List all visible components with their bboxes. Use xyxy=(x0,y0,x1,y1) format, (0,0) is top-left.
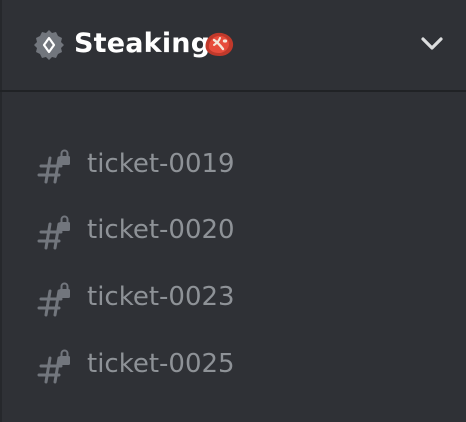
channel-item-ticket-0019[interactable]: ticket-0019 xyxy=(0,136,466,192)
locked-hash-icon xyxy=(37,349,70,384)
server-name: Steaking xyxy=(74,28,211,59)
channel-item-ticket-0025[interactable]: ticket-0025 xyxy=(0,336,466,392)
chevron-down-icon[interactable] xyxy=(418,34,446,54)
channel-name: ticket-0025 xyxy=(87,349,235,379)
locked-hash-icon xyxy=(37,149,70,184)
steak-emoji-icon xyxy=(205,32,234,56)
locked-hash-icon xyxy=(37,282,70,317)
channel-name: ticket-0019 xyxy=(87,149,235,179)
channel-sidebar: Steaking ticket-0019 ticket-0020 ticket-… xyxy=(0,0,466,422)
verified-shield-icon xyxy=(34,30,64,60)
server-header[interactable]: Steaking xyxy=(0,0,466,92)
locked-hash-icon xyxy=(37,215,70,250)
channel-name: ticket-0020 xyxy=(87,215,235,245)
channel-name: ticket-0023 xyxy=(87,282,235,312)
channel-item-ticket-0020[interactable]: ticket-0020 xyxy=(0,202,466,258)
channel-list: ticket-0019 ticket-0020 ticket-0023 tick… xyxy=(0,92,466,422)
channel-item-ticket-0023[interactable]: ticket-0023 xyxy=(0,269,466,325)
